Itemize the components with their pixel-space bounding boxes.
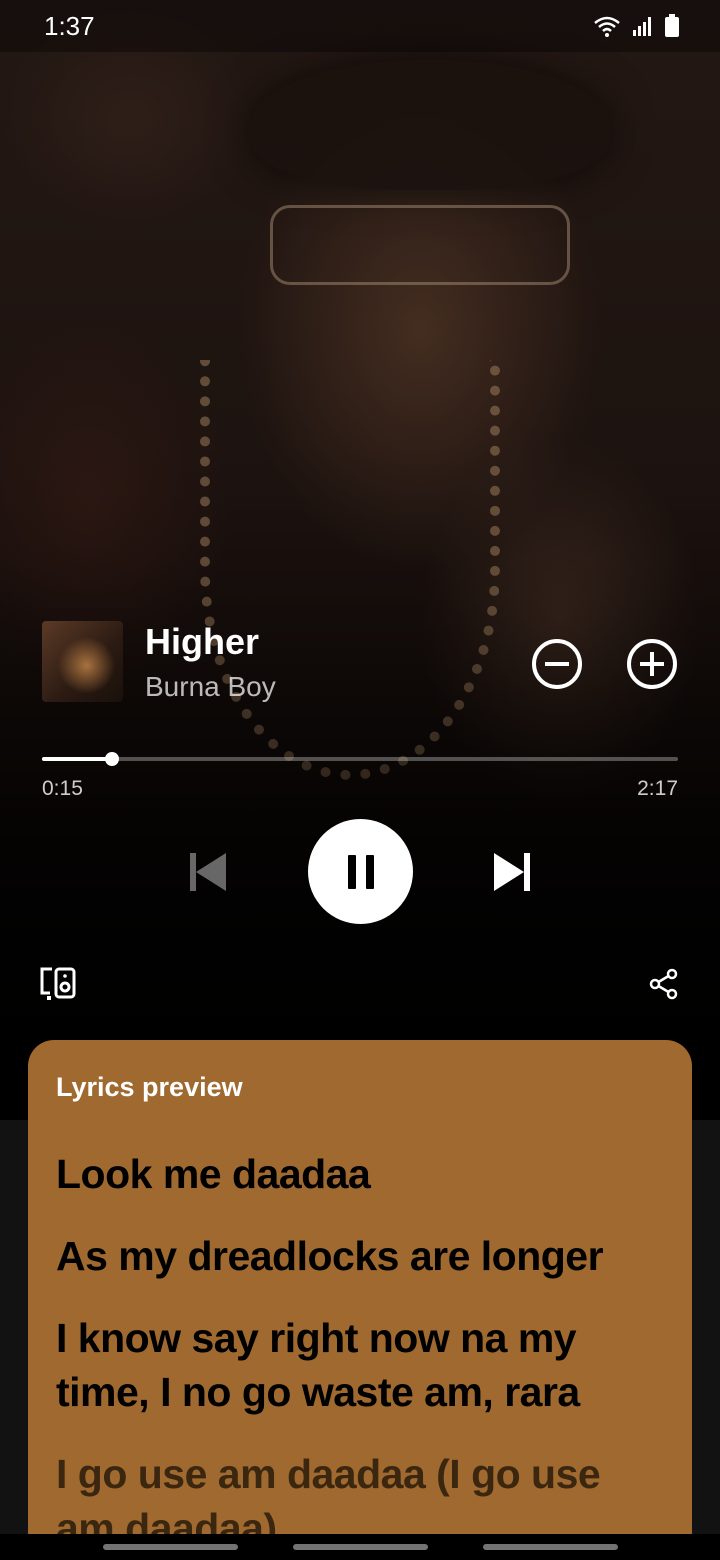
add-to-playlist-button[interactable] xyxy=(627,639,677,689)
artwork-fade-overlay xyxy=(0,0,720,1120)
time-total: 2:17 xyxy=(637,777,678,800)
battery-icon xyxy=(665,14,679,37)
progress-fill xyxy=(42,757,112,761)
track-title[interactable]: Higher xyxy=(145,621,259,663)
lyric-line: I know say right now na my time, I no go… xyxy=(56,1315,580,1415)
share-icon[interactable] xyxy=(648,968,680,1000)
signal-icon xyxy=(633,17,651,36)
nav-recents-handle[interactable] xyxy=(102,1544,238,1550)
remove-from-library-button[interactable] xyxy=(532,639,582,689)
pause-icon xyxy=(347,854,374,889)
lyric-line: As my dreadlocks are longer xyxy=(56,1233,604,1279)
track-artist[interactable]: Burna Boy xyxy=(145,671,276,703)
album-cover[interactable] xyxy=(42,621,123,702)
time-elapsed: 0:15 xyxy=(42,777,83,800)
skip-previous-icon[interactable] xyxy=(186,850,230,894)
status-time: 1:37 xyxy=(44,10,95,41)
skip-next-icon[interactable] xyxy=(490,850,534,894)
progress-knob[interactable] xyxy=(104,752,119,766)
track-info: Higher Burna Boy xyxy=(42,621,678,703)
system-navigation-bar xyxy=(0,1534,720,1560)
nav-home-handle[interactable] xyxy=(292,1544,428,1550)
plus-circle-icon xyxy=(631,643,673,685)
nav-back-handle[interactable] xyxy=(482,1544,618,1550)
lyrics-preview-card[interactable]: Lyrics preview Look me daadaa As my drea… xyxy=(28,1040,692,1560)
status-bar: 1:37 xyxy=(0,0,720,52)
status-icons xyxy=(592,14,680,38)
connect-devices-icon[interactable] xyxy=(38,966,78,1002)
background-artwork xyxy=(0,0,720,1120)
progress-bar[interactable] xyxy=(42,752,678,766)
lyrics-heading: Lyrics preview xyxy=(56,1072,243,1102)
lyric-line: Look me daadaa xyxy=(56,1151,371,1197)
wifi-icon xyxy=(594,16,620,37)
pause-button[interactable] xyxy=(308,819,413,924)
minus-circle-icon xyxy=(536,643,578,685)
